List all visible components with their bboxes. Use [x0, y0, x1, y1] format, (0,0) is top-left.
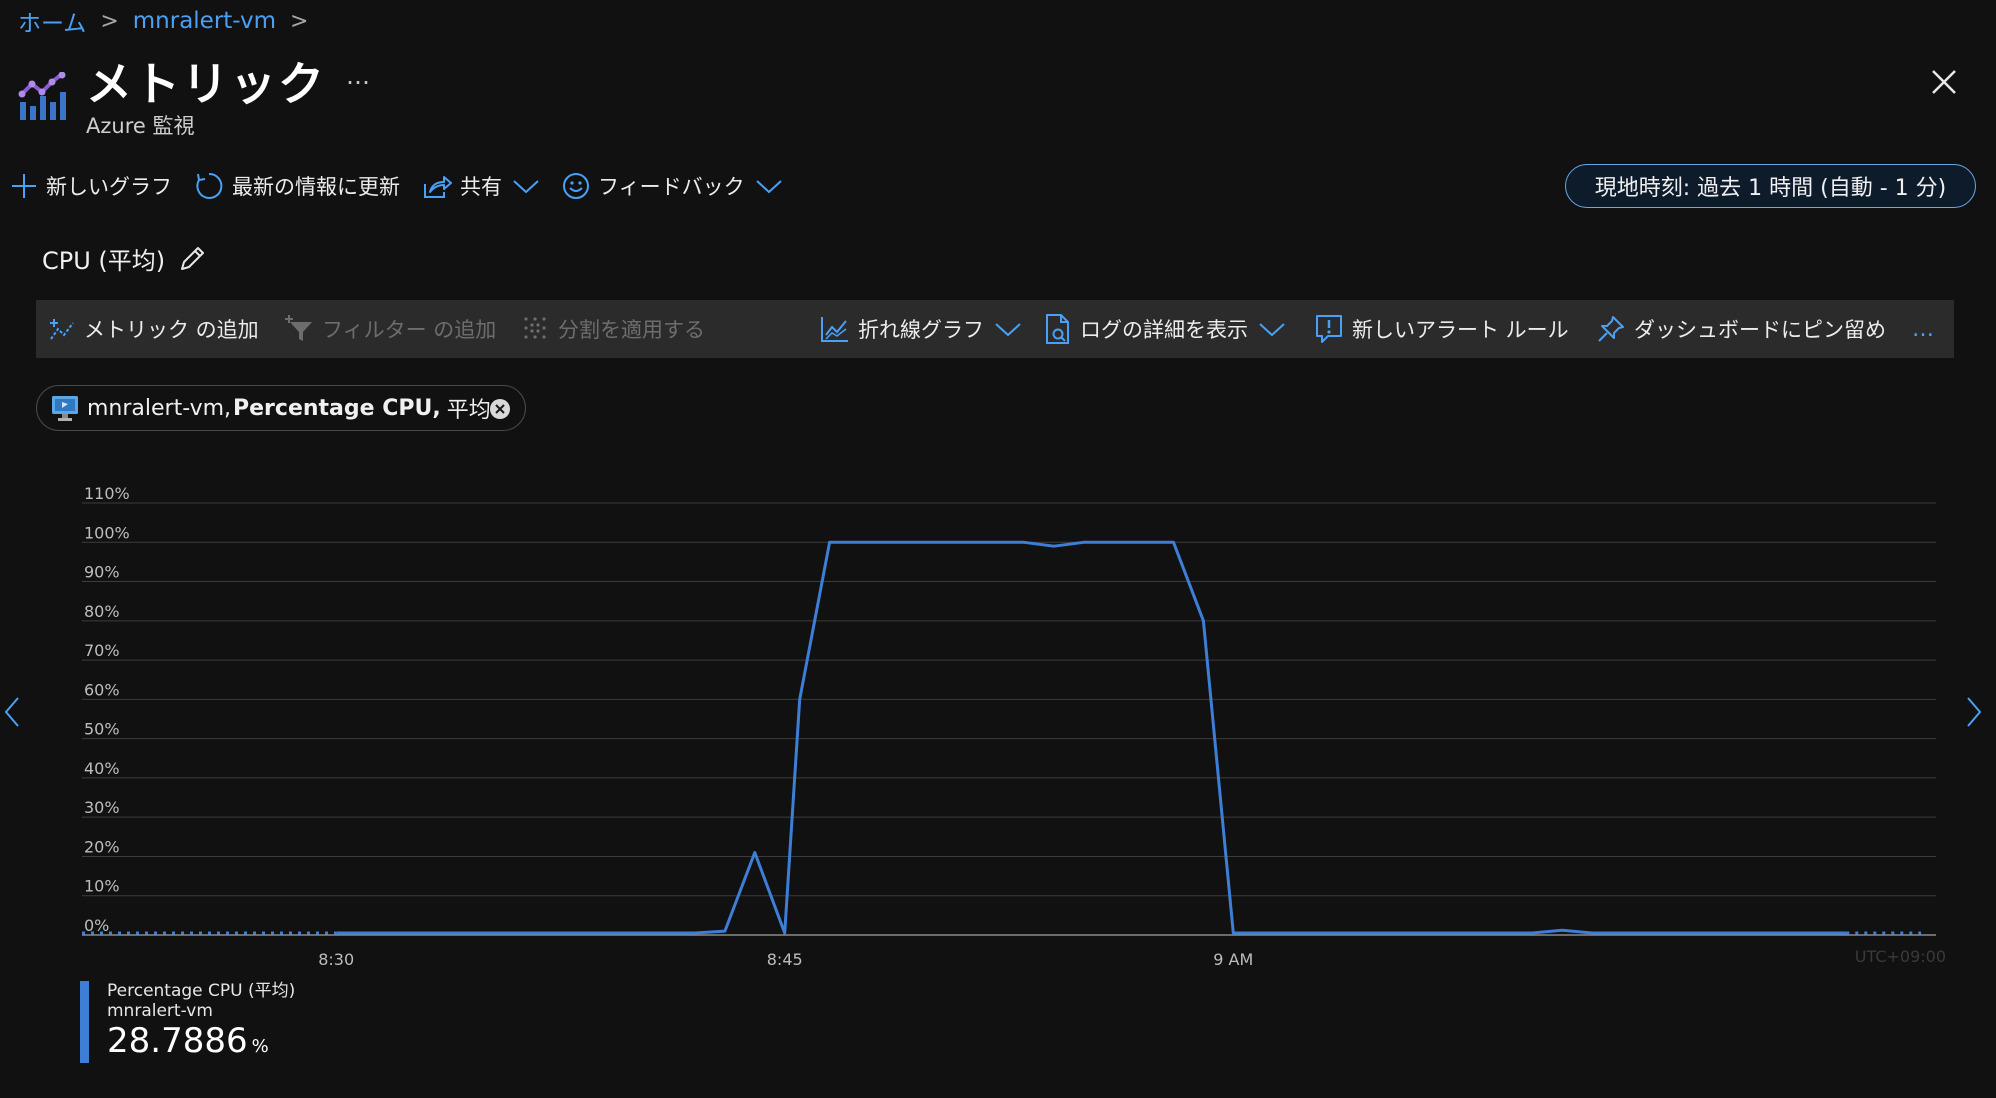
legend-value-number: 28.7886 [107, 1021, 248, 1061]
alert-icon [1316, 315, 1342, 343]
view-logs-dropdown[interactable]: ログの詳細を表示 [1044, 300, 1286, 358]
toolbar-more-button[interactable]: … [1912, 300, 1934, 358]
refresh-label: 最新の情報に更新 [232, 175, 400, 199]
log-document-icon [1046, 314, 1069, 344]
y-tick-label: 70% [84, 641, 120, 660]
breadcrumb: ホーム > mnralert-vm > [18, 4, 322, 38]
chart-type-label: 折れ線グラフ [858, 318, 984, 342]
y-tick-label: 100% [84, 523, 130, 542]
pin-icon [1598, 316, 1624, 342]
timezone-label: UTC+09:00 [1855, 947, 1946, 966]
x-axis-ticks: 8:30 8:45 9 AM [318, 950, 1253, 969]
y-tick-label: 80% [84, 602, 120, 621]
chevron-right-icon: > [290, 8, 309, 34]
legend-metric-name: Percentage CPU (平均) [107, 981, 296, 1001]
splitting-icon [524, 317, 546, 339]
chart-series [82, 540, 1922, 935]
metric-pill-metric: Percentage CPU, [233, 395, 441, 421]
add-metric-button[interactable]: メトリック の追加 [48, 300, 259, 358]
refresh-button[interactable]: 最新の情報に更新 [194, 171, 400, 201]
y-tick-label: 20% [84, 837, 120, 856]
new-alert-rule-button[interactable]: 新しいアラート ルール [1314, 300, 1569, 358]
share-icon [424, 176, 452, 198]
breadcrumb-home-link[interactable]: ホーム [18, 4, 86, 38]
pencil-icon[interactable] [177, 244, 207, 274]
feedback-button[interactable]: フィードバック [562, 171, 783, 201]
add-metric-label: メトリック の追加 [84, 318, 259, 342]
chart-gridlines [82, 502, 1936, 936]
chevron-down-icon [995, 323, 1021, 337]
y-axis-ticks: 0% 10% 20% 30% 40% 50% 60% 70% 80% 90% 100% 110% [84, 484, 130, 935]
chart-type-dropdown[interactable]: 折れ線グラフ [820, 300, 1022, 358]
chart-legend[interactable]: Percentage CPU (平均) mnralert-vm 28.7886% [80, 981, 295, 1063]
page-subtitle: Azure 監視 [86, 114, 195, 138]
series-line[interactable] [336, 540, 1847, 935]
line-chart: 0% 10% 20% 30% 40% 50% 60% 70% 80% 90% 100% 110% 8:… [82, 484, 1946, 969]
share-button[interactable]: 共有 [422, 171, 540, 201]
metric-pill[interactable]: mnralert-vm, Percentage CPU, 平均 [36, 385, 526, 431]
y-tick-label: 30% [84, 798, 120, 817]
metrics-blade: ホーム > mnralert-vm > メトリック … Azure 監視 新しい… [0, 0, 1996, 1098]
feedback-label: フィードバック [598, 175, 745, 199]
legend-resource-name: mnralert-vm [107, 1001, 213, 1021]
filter-icon [285, 315, 312, 341]
breadcrumb-resource-link[interactable]: mnralert-vm [133, 8, 276, 34]
chart-title: CPU (平均) [42, 241, 207, 276]
time-range-picker[interactable]: 現地時刻: 過去 1 時間 (自動 - 1 分) [1565, 164, 1976, 208]
smiley-icon [563, 173, 589, 199]
apply-splitting-label: 分割を適用する [558, 318, 705, 342]
chevron-down-icon [513, 180, 539, 194]
y-tick-label: 60% [84, 680, 120, 699]
add-filter-label: フィルター の追加 [322, 318, 497, 342]
more-options-button[interactable]: … [346, 62, 371, 90]
virtual-machine-icon [52, 396, 78, 421]
close-icon[interactable] [1928, 66, 1960, 98]
y-tick-label: 50% [84, 720, 120, 739]
command-bar: 新しいグラフ 最新の情報に更新 共有 フィードバック [10, 168, 805, 204]
legend-value: 28.7886% [107, 1021, 295, 1067]
apply-splitting-button[interactable]: 分割を適用する [522, 300, 705, 358]
chevron-down-icon [1259, 323, 1285, 337]
new-alert-rule-label: 新しいアラート ルール [1352, 318, 1569, 342]
x-tick-label: 8:45 [767, 950, 803, 969]
new-chart-label: 新しいグラフ [46, 175, 172, 199]
y-tick-label: 110% [84, 484, 130, 503]
y-tick-label: 10% [84, 877, 120, 896]
y-tick-label: 40% [84, 759, 120, 778]
y-tick-label: 0% [84, 916, 109, 935]
chart-toolbar: メトリック の追加 フィルター の追加 分割を適用する 折れ線グラフ ログの詳細… [36, 300, 1954, 358]
legend-value-unit: % [251, 1036, 269, 1057]
view-logs-label: ログの詳細を表示 [1080, 318, 1248, 342]
metrics-icon [18, 72, 66, 120]
refresh-icon [196, 172, 223, 199]
share-label: 共有 [460, 175, 502, 199]
add-filter-button[interactable]: フィルター の追加 [284, 300, 496, 358]
add-metric-icon [50, 319, 74, 340]
metric-pill-resource: mnralert-vm, [87, 395, 232, 421]
pin-to-dashboard-button[interactable]: ダッシュボードにピン留め [1596, 300, 1886, 358]
page-title: メトリック [86, 57, 326, 111]
y-tick-label: 90% [84, 563, 120, 582]
new-chart-button[interactable]: 新しいグラフ [10, 171, 172, 201]
chevron-right-icon: > [100, 8, 119, 34]
plus-icon [12, 174, 36, 198]
chart-title-text: CPU (平均) [42, 247, 166, 275]
chevron-down-icon [755, 180, 782, 194]
pin-to-dashboard-label: ダッシュボードにピン留め [1634, 318, 1886, 342]
x-tick-label: 9 AM [1213, 950, 1253, 969]
metric-pill-aggregation: 平均 [446, 398, 491, 423]
x-tick-label: 8:30 [318, 950, 354, 969]
close-circle-icon[interactable] [489, 398, 511, 420]
line-chart-icon [821, 317, 848, 342]
